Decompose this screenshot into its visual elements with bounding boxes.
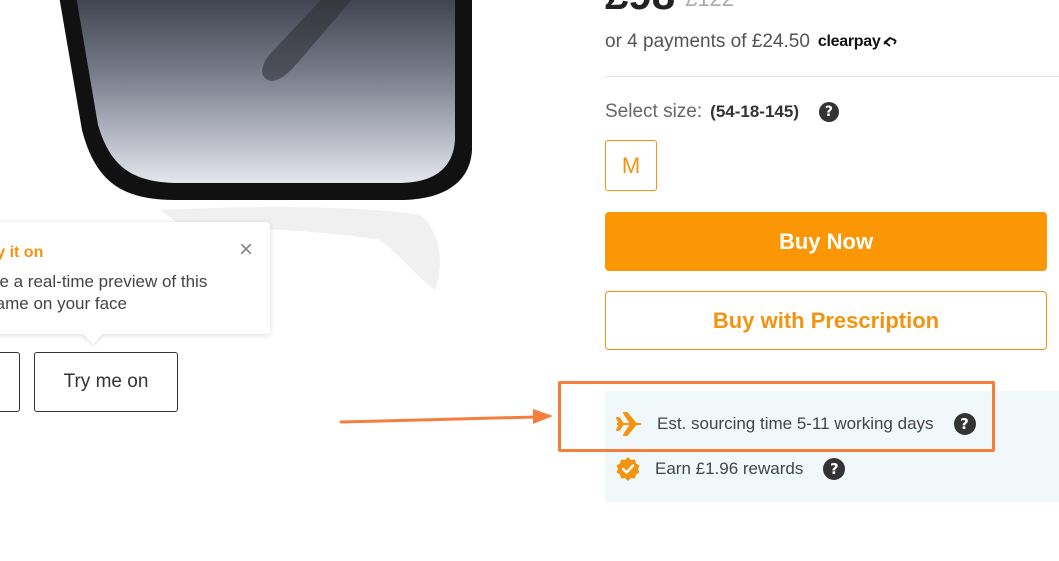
close-icon[interactable]: × [235,238,257,262]
try-on-popover: ry it on ee a real-time preview of this … [0,222,270,334]
size-option-m[interactable]: M [605,140,657,191]
help-icon[interactable]: ? [953,413,976,435]
annotation-arrow [339,409,553,424]
plane-icon [616,412,641,436]
price-current: £98 [605,0,675,16]
price-old: £122 [685,0,734,12]
rewards-row: Earn £1.96 rewards ? [615,456,846,482]
delivery-rewards-panel: Est. sourcing time 5-11 working days ? E… [605,391,1059,502]
clearpay-arrows-icon [883,36,898,47]
popover-text: ee a real-time preview of this rame on y… [0,272,208,313]
size-selector-row: Select size: (54-18-145) ? [605,101,839,123]
clearpay-wordmark: clearpay [817,33,881,50]
try-me-on-button[interactable]: Try me on [34,352,178,412]
clearpay-logo[interactable]: clearpay [818,33,899,51]
price-row: £98 £122 [605,0,734,16]
help-icon[interactable]: ? [823,458,846,480]
view-button[interactable] [0,352,20,412]
help-icon[interactable]: ? [818,102,839,122]
size-value: (54-18-145) [710,102,799,121]
divider [605,76,1059,77]
buy-with-prescription-button[interactable]: Buy with Prescription [605,291,1047,350]
sourcing-time-row: Est. sourcing time 5-11 working days ? [615,411,976,437]
rewards-badge-icon [616,457,640,481]
installments-text: or 4 payments of £24.50 [605,31,810,52]
size-label: Select size: [605,101,703,122]
rewards-text: Earn £1.96 rewards [655,459,804,478]
popover-title: ry it on [0,244,44,261]
sourcing-time-text: Est. sourcing time 5-11 working days [657,414,934,433]
buy-now-button[interactable]: Buy Now [605,212,1047,271]
installments-info: or 4 payments of £24.50 clearpay [605,31,898,53]
